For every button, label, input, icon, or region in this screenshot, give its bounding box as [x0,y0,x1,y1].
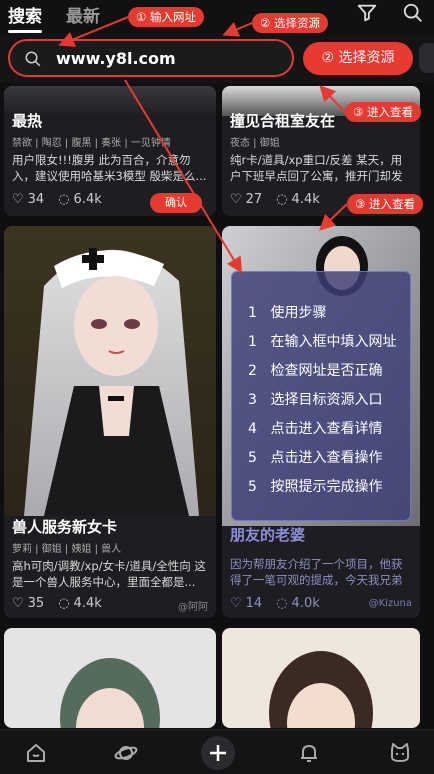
planet-icon[interactable] [114,741,138,765]
create-button[interactable] [201,736,235,770]
cat-face-icon[interactable] [388,741,412,765]
arrow [58,16,129,47]
plus-icon [210,745,226,761]
arrow [319,203,348,231]
arrow [124,79,243,274]
arrow [222,21,253,37]
bell-icon[interactable] [297,741,321,765]
home-icon[interactable] [24,741,48,765]
bottom-navigation [0,729,434,774]
annotation-arrows [58,16,348,274]
arrow [319,85,346,113]
